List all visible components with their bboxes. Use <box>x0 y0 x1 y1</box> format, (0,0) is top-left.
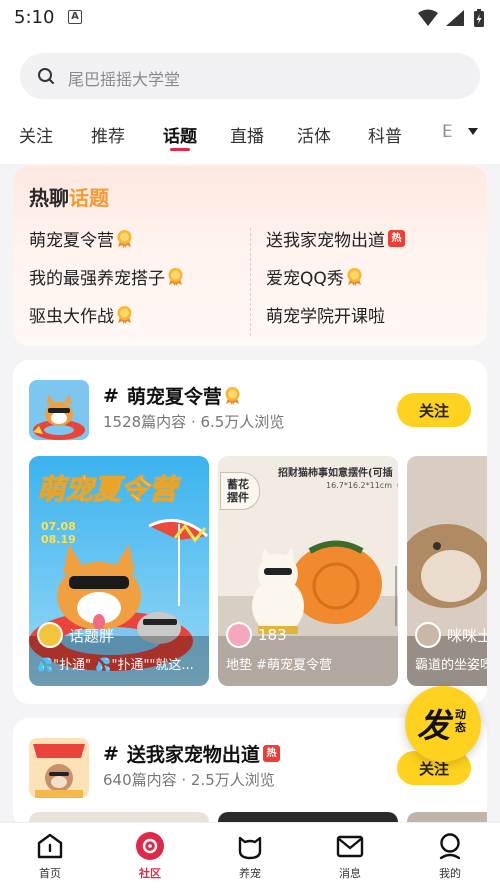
hot-topic-label: 萌宠夏令营 <box>29 231 114 251</box>
nav-label: 社区 <box>139 867 161 880</box>
search-icon <box>38 68 54 84</box>
hot-topic-item[interactable]: 我的最强养宠搭子 <box>29 264 184 289</box>
tab-live[interactable]: 直播 <box>230 122 264 147</box>
system-icons <box>416 8 488 32</box>
post-card[interactable]: 萌宠夏令营 07.08 08.19 话题胖 💦"扑通" 💦"扑通""就这... <box>29 456 209 686</box>
hot-badge: 热 <box>388 230 405 247</box>
post-author-name: 183 <box>258 626 287 644</box>
hot-title-a: 热聊 <box>29 186 69 210</box>
search-placeholder: 尾巴摇摇大学堂 <box>68 70 181 89</box>
topic-thumbnail <box>29 738 89 798</box>
hot-topics-title: 热聊话题 <box>29 182 109 211</box>
post-author: 咪咪土 <box>415 622 487 648</box>
status-bar: 5:10 A <box>0 0 500 36</box>
community-icon <box>136 832 164 860</box>
nav-label: 我的 <box>439 867 461 880</box>
signal-icon <box>446 10 464 26</box>
medal-icon <box>346 267 363 286</box>
nav-profile[interactable]: 我的 <box>400 823 500 888</box>
category-tabs: 关注 推荐 话题 直播 活体 科普 E <box>0 122 500 151</box>
notification-icon: A <box>68 10 82 24</box>
medal-icon <box>224 386 241 405</box>
hot-topic-item[interactable]: 爱宠QQ秀 <box>266 264 363 289</box>
post-fab-button[interactable]: 发 动态 <box>405 686 481 762</box>
hot-topic-label: 驱虫大作战 <box>29 307 114 327</box>
topic-thumbnail <box>29 380 89 440</box>
tab-science[interactable]: 科普 <box>368 122 402 147</box>
topic-stats: 1528篇内容 · 6.5万人浏览 <box>103 413 285 431</box>
post-caption: 地垫 #萌宠夏令营 <box>226 658 333 673</box>
hot-topic-item[interactable]: 萌宠学院开课啦 <box>266 302 385 327</box>
active-tab-indicator <box>170 148 190 151</box>
hashtag-icon: # <box>103 742 119 765</box>
topic-stats: 640篇内容 · 2.5万人浏览 <box>103 771 275 789</box>
nav-home[interactable]: 首页 <box>0 823 100 888</box>
medal-icon <box>116 305 133 324</box>
tab-recommend[interactable]: 推荐 <box>91 122 125 147</box>
home-icon <box>37 833 63 859</box>
tab-following[interactable]: 关注 <box>19 122 53 147</box>
fab-sublabel: 动态 <box>455 708 466 734</box>
medal-icon <box>167 267 184 286</box>
nav-community[interactable]: 社区 <box>100 823 200 888</box>
header: 尾巴摇摇大学堂 关注 推荐 话题 直播 活体 科普 E <box>0 36 500 164</box>
post-caption: 霸道的坐姿呀 <box>415 658 487 673</box>
battery-icon <box>474 9 484 27</box>
profile-icon <box>439 833 461 860</box>
hot-topic-label: 我的最强养宠搭子 <box>29 269 165 289</box>
mail-icon <box>336 835 364 858</box>
fab-label: 发 <box>417 706 450 745</box>
post-author: 话题胖 <box>37 622 114 648</box>
nav-pet-care[interactable]: 养宠 <box>200 823 300 888</box>
medal-icon <box>116 229 133 248</box>
nav-label: 消息 <box>339 867 361 880</box>
avatar <box>415 622 441 648</box>
avatar <box>226 622 252 648</box>
nav-messages[interactable]: 消息 <box>300 823 400 888</box>
hot-topic-item[interactable]: 送我家宠物出道热 <box>266 226 405 251</box>
divider <box>250 228 251 336</box>
poster-title: 萌宠夏令营 <box>36 473 178 507</box>
hot-topics-card: 热聊话题 萌宠夏令营 我的最强养宠搭子 驱虫大作战 送我家宠物出道热 爱宠QQ秀… <box>13 166 487 346</box>
search-bar[interactable]: 尾巴摇摇大学堂 <box>20 53 480 99</box>
cat-icon <box>238 836 262 860</box>
hashtag-icon: # <box>103 384 119 407</box>
bottom-nav: 首页 社区 养宠 消息 我的 <box>0 822 500 888</box>
hot-topic-item[interactable]: 驱虫大作战 <box>29 302 133 327</box>
hot-topic-item[interactable]: 萌宠夏令营 <box>29 226 133 251</box>
post-card[interactable]: 招财猫柿事如意摆件(可插 16.7*16.2*11cm（长 蓄花 摆件 183 … <box>218 456 398 686</box>
avatar <box>37 622 63 648</box>
post-author-name: 话题胖 <box>69 626 115 645</box>
tab-topics[interactable]: 话题 <box>163 122 197 147</box>
post-author: 183 <box>226 622 287 648</box>
post-caption: 💦"扑通" 💦"扑通""就这... <box>37 658 194 673</box>
post-author-name: 咪咪土 <box>447 626 487 645</box>
wifi-icon <box>418 9 438 26</box>
status-time: 5:10 <box>14 7 55 28</box>
hot-title-b: 话题 <box>69 186 109 210</box>
topic-title: # 萌宠夏令营 <box>103 382 241 409</box>
hot-badge: 热 <box>262 745 280 762</box>
topic-card[interactable]: # 萌宠夏令营 1528篇内容 · 6.5万人浏览 关注 萌宠夏令营 07.08 … <box>13 360 487 704</box>
poster-banner: 招财猫柿事如意摆件(可插 <box>278 468 393 479</box>
hot-topic-label: 送我家宠物出道 <box>266 231 385 251</box>
tab-live-pets[interactable]: 活体 <box>297 122 331 147</box>
topic-name-text: 送我家宠物出道 <box>126 744 260 766</box>
hot-topic-label: 爱宠QQ秀 <box>266 269 344 289</box>
poster-dates: 07.08 08.19 <box>41 520 76 546</box>
topic-title: # 送我家宠物出道热 <box>103 740 280 767</box>
poster-size: 16.7*16.2*11cm（长 <box>326 481 398 490</box>
poster-tag: 蓄花 摆件 <box>220 472 260 510</box>
nav-label: 养宠 <box>239 867 261 880</box>
post-image <box>407 456 487 686</box>
nav-label: 首页 <box>39 867 61 880</box>
triangle-down-icon[interactable] <box>467 127 479 137</box>
hot-topic-label: 萌宠学院开课啦 <box>266 307 385 327</box>
topic-name-text: 萌宠夏令营 <box>126 386 222 408</box>
post-card[interactable]: 咪咪土 霸道的坐姿呀 <box>407 456 487 686</box>
follow-button[interactable]: 关注 <box>397 393 471 427</box>
tabs-fade <box>430 122 470 150</box>
